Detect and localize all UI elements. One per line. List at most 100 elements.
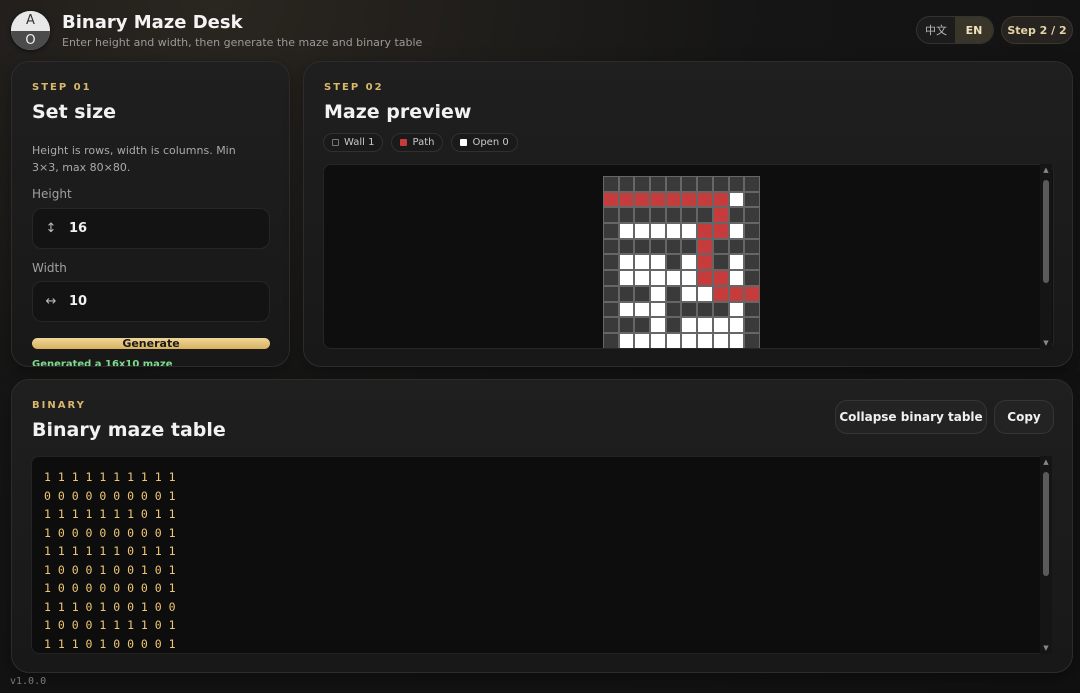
open-swatch-icon <box>460 139 468 146</box>
language-switch: 中文 EN <box>916 16 994 44</box>
wall-swatch-icon <box>332 139 339 146</box>
maze-cell <box>728 332 745 348</box>
maze-cell <box>618 254 635 271</box>
maze-cell <box>650 191 666 208</box>
collapse-binary-button[interactable]: Collapse binary table <box>835 400 987 434</box>
size-hint: Height is rows, width is columns. Min 3×… <box>32 144 236 174</box>
maze-cell <box>681 285 698 302</box>
maze-cell <box>728 238 745 255</box>
maze-cell <box>697 223 713 239</box>
scroll-down-icon[interactable]: ▼ <box>1040 337 1052 349</box>
binary-row: 1 0 0 0 1 1 1 1 0 1 <box>44 618 176 632</box>
maze-cell <box>712 238 729 255</box>
binary-scroll-thumb[interactable] <box>1043 472 1049 576</box>
maze-cell <box>712 332 729 348</box>
scroll-up-icon[interactable]: ▲ <box>1040 456 1052 468</box>
maze-cell <box>650 332 666 348</box>
maze-cell <box>712 301 729 318</box>
maze-cell <box>681 238 698 255</box>
maze-cell <box>618 176 635 192</box>
maze-cell <box>697 270 713 286</box>
maze-cell <box>665 223 682 239</box>
maze-cell <box>603 254 619 271</box>
maze-cell <box>712 223 729 239</box>
app-subtitle: Enter height and width, then generate th… <box>62 36 423 49</box>
maze-cell <box>603 207 619 224</box>
maze-cell <box>603 223 619 239</box>
maze-cell <box>697 254 713 271</box>
maze-cell <box>634 270 651 286</box>
generate-button[interactable]: Generate <box>32 338 270 349</box>
maze-legend: Wall 1 Path Open 0 <box>323 133 518 152</box>
maze-cell <box>712 176 729 192</box>
maze-cell <box>728 317 745 333</box>
lang-en-button[interactable]: EN <box>955 17 993 43</box>
maze-cell <box>697 238 713 255</box>
maze-grid <box>603 176 760 348</box>
maze-cell <box>634 317 651 333</box>
maze-cell <box>603 301 619 318</box>
maze-cell <box>712 317 729 333</box>
maze-cell <box>744 191 760 208</box>
maze-cell <box>634 238 651 255</box>
binary-row: 1 1 1 0 1 0 0 1 0 0 <box>44 599 176 614</box>
maze-cell <box>618 270 635 286</box>
maze-cell <box>744 238 760 255</box>
maze-cell <box>650 176 666 192</box>
scroll-down-icon[interactable]: ▼ <box>1040 642 1052 654</box>
maze-cell <box>697 207 713 224</box>
width-label: Width <box>32 261 67 275</box>
set-size-panel: STEP 01 Set size Height is rows, width i… <box>11 61 290 367</box>
binary-row: 1 1 1 1 1 1 0 1 1 1 <box>44 544 176 558</box>
width-field[interactable]: ↔ <box>32 281 270 322</box>
maze-cell <box>603 238 619 255</box>
maze-cell <box>728 223 745 239</box>
maze-cell <box>681 270 698 286</box>
preview-scroll-thumb[interactable] <box>1043 180 1049 283</box>
maze-cell <box>681 207 698 224</box>
step-indicator: Step 2 / 2 <box>1001 16 1073 44</box>
copy-button[interactable]: Copy <box>994 400 1054 434</box>
maze-cell <box>634 176 651 192</box>
maze-cell <box>650 270 666 286</box>
maze-cell <box>681 176 698 192</box>
maze-cell <box>728 254 745 271</box>
maze-cell <box>744 176 760 192</box>
binary-row: 0 0 0 0 0 0 0 0 0 1 <box>44 488 176 503</box>
maze-cell <box>728 207 745 224</box>
logo-top-letter: A <box>11 11 50 31</box>
maze-cell <box>744 301 760 318</box>
maze-cell <box>665 207 682 224</box>
maze-cell <box>603 332 619 348</box>
app-logo: A O <box>11 11 50 50</box>
maze-cell <box>650 317 666 333</box>
maze-cell <box>618 223 635 239</box>
lang-zh-button[interactable]: 中文 <box>917 17 955 43</box>
width-input[interactable] <box>69 294 249 309</box>
maze-preview-panel: STEP 02 Maze preview Wall 1 Path Open 0 … <box>303 61 1073 367</box>
scroll-up-icon[interactable]: ▲ <box>1040 164 1052 176</box>
maze-cell <box>650 301 666 318</box>
maze-cell <box>697 301 713 318</box>
generate-status: Generated a 16x10 maze <box>32 359 173 367</box>
maze-cell <box>618 207 635 224</box>
binary-scrollbar[interactable]: ▲ ▼ <box>1040 456 1052 654</box>
height-input[interactable] <box>69 221 249 236</box>
maze-cell <box>618 317 635 333</box>
maze-cell <box>603 285 619 302</box>
maze-cell <box>744 317 760 333</box>
maze-cell <box>681 223 698 239</box>
maze-cell <box>634 301 651 318</box>
maze-cell <box>744 270 760 286</box>
binary-label: BINARY <box>32 400 86 411</box>
binary-lines: 1 1 1 1 1 1 1 1 1 1 0 0 0 0 0 0 0 0 0 1 1 … <box>44 468 176 653</box>
maze-cell <box>728 270 745 286</box>
binary-row: 1 1 1 0 1 0 0 0 0 1 <box>44 636 176 651</box>
maze-cell <box>650 223 666 239</box>
maze-cell <box>650 285 666 302</box>
legend-wall-label: Wall 1 <box>344 137 375 148</box>
height-field[interactable]: ↕ <box>32 208 270 249</box>
preview-scrollbar[interactable]: ▲ ▼ <box>1040 164 1052 349</box>
maze-cell <box>728 191 745 208</box>
maze-cell <box>665 254 682 271</box>
